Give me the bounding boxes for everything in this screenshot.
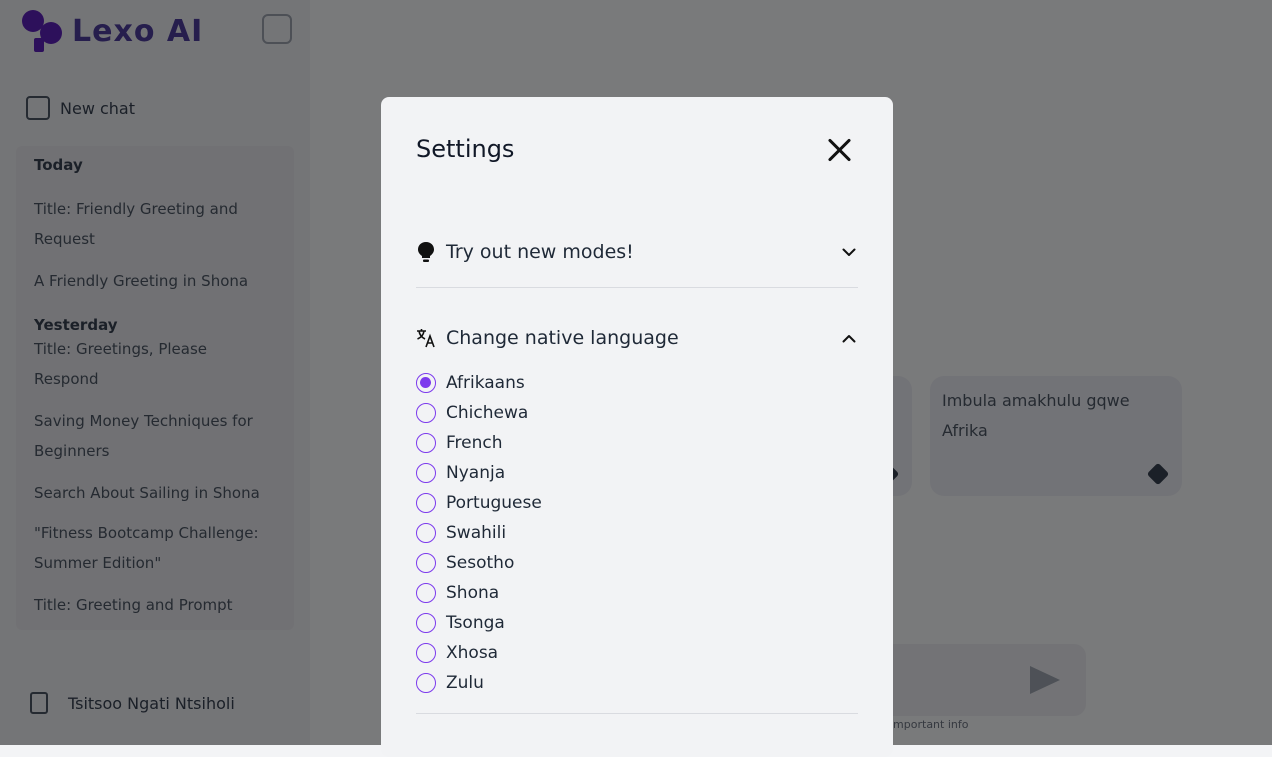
radio-button[interactable] [416, 463, 436, 483]
modal-title: Settings [416, 135, 515, 163]
language-option-xhosa[interactable]: Xhosa [416, 638, 542, 668]
language-label: Zulu [446, 673, 484, 693]
language-option-tsonga[interactable]: Tsonga [416, 608, 542, 638]
language-label: Nyanja [446, 463, 506, 483]
language-label: Sesotho [446, 553, 515, 573]
lightbulb-icon [418, 242, 434, 262]
language-option-chichewa[interactable]: Chichewa [416, 398, 542, 428]
language-option-sesotho[interactable]: Sesotho [416, 548, 542, 578]
language-option-zulu[interactable]: Zulu [416, 668, 542, 698]
radio-button[interactable] [416, 673, 436, 693]
close-button[interactable] [825, 135, 855, 165]
translate-icon [417, 329, 435, 348]
section-new-modes[interactable]: Try out new modes! [416, 232, 858, 272]
chevron-down-icon [840, 243, 858, 261]
language-label: Afrikaans [446, 373, 525, 393]
language-option-afrikaans[interactable]: Afrikaans [416, 368, 542, 398]
language-radio-group: Afrikaans Chichewa French Nyanja Portugu… [416, 368, 542, 698]
language-label: Tsonga [446, 613, 505, 633]
section-native-language[interactable]: Change native language [416, 318, 858, 358]
radio-button[interactable] [416, 553, 436, 573]
language-label: French [446, 433, 503, 453]
radio-button[interactable] [416, 433, 436, 453]
radio-button[interactable] [416, 583, 436, 603]
language-label: Xhosa [446, 643, 499, 663]
section-divider [416, 287, 858, 288]
language-label: Swahili [446, 523, 507, 543]
radio-button[interactable] [416, 373, 436, 393]
radio-button[interactable] [416, 493, 436, 513]
language-label: Portuguese [446, 493, 542, 513]
language-option-shona[interactable]: Shona [416, 578, 542, 608]
section-label: Change native language [446, 327, 679, 349]
language-label: Chichewa [446, 403, 529, 423]
section-label: Try out new modes! [446, 241, 634, 263]
radio-button[interactable] [416, 613, 436, 633]
language-label: Shona [446, 583, 500, 603]
language-option-french[interactable]: French [416, 428, 542, 458]
settings-modal: Settings Try out new modes! Change nativ… [381, 97, 893, 757]
radio-button[interactable] [416, 643, 436, 663]
section-divider [416, 713, 858, 714]
chevron-up-icon [840, 329, 858, 347]
language-option-portuguese[interactable]: Portuguese [416, 488, 542, 518]
language-option-swahili[interactable]: Swahili [416, 518, 542, 548]
radio-button[interactable] [416, 523, 436, 543]
language-option-nyanja[interactable]: Nyanja [416, 458, 542, 488]
radio-button[interactable] [416, 403, 436, 423]
